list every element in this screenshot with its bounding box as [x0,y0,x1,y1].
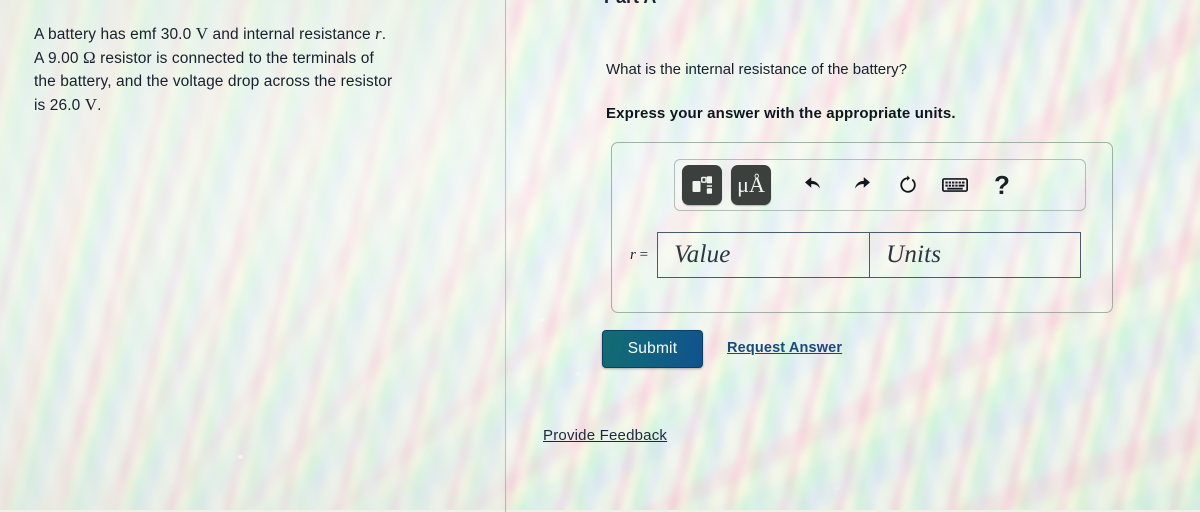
request-answer-link[interactable]: Request Answer [727,340,842,356]
problem-line-2: A 9.00 Ω resistor is connected to the te… [34,46,484,70]
keyboard-button[interactable] [936,166,974,204]
problem-statement: A battery has emf 30.0 V and internal re… [34,22,484,117]
problem-text: . [381,26,387,43]
answer-panel: μÅ ? r = Value Units [611,142,1113,313]
math-template-button[interactable] [682,165,722,205]
units-icon: μÅ [737,172,765,197]
unit-volt: V [84,95,98,114]
units-button[interactable]: μÅ [731,165,771,205]
problem-text: and internal resistance [208,26,376,43]
value-placeholder: Value [674,241,731,268]
answer-toolbar: μÅ ? [674,159,1086,211]
undo-button[interactable] [795,166,833,204]
part-title: Part A [604,0,656,8]
reset-icon [900,175,916,193]
problem-text: A battery has emf 30.0 [34,26,196,43]
problem-text: resistor is connected to the terminals o… [95,50,374,67]
answer-entry-row: r = Value Units [630,232,1082,278]
problem-text: A 9.00 [34,50,83,67]
provide-feedback-link[interactable]: Provide Feedback [543,427,667,444]
problem-line-1: A battery has emf 30.0 V and internal re… [34,22,484,46]
reset-button[interactable] [889,166,927,204]
help-button[interactable]: ? [983,166,1021,204]
equation-label: r = [630,247,648,264]
units-input[interactable]: Units [869,232,1082,278]
instruction-text: Express your answer with the appropriate… [606,105,956,122]
panel-divider [505,0,506,512]
equation-equals: = [635,246,649,263]
units-placeholder: Units [886,241,942,268]
problem-line-3: the battery, and the voltage drop across… [34,73,393,90]
problem-text: is 26.0 [34,97,85,114]
math-template-icon [692,176,712,194]
unit-volt: V [195,24,209,43]
submit-button[interactable]: Submit [602,330,703,368]
problem-line-4: is 26.0 V. [34,93,484,117]
undo-icon [805,177,821,189]
redo-button[interactable] [842,166,880,204]
redo-icon [854,177,870,189]
problem-text: . [97,97,102,114]
unit-ohm: Ω [82,48,96,67]
question-text: What is the internal resistance of the b… [606,61,907,78]
keyboard-icon [942,178,968,192]
value-input[interactable]: Value [657,232,870,278]
help-icon: ? [994,170,1010,200]
